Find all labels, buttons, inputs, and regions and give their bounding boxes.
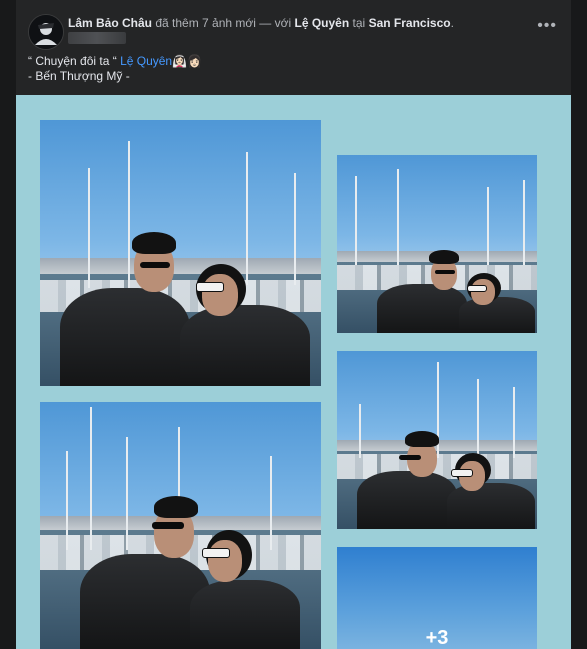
photo-gallery: +3 [16,95,571,649]
post-meta: Lâm Bảo Châu đã thêm 7 ảnh mới — với Lệ … [68,16,454,30]
gallery-photo-3[interactable] [337,351,537,529]
avatar-image [29,15,63,49]
more-photos-count: +3 [425,626,449,649]
caption-tag[interactable]: Lệ Quyên [120,54,172,68]
woman-figure [180,530,310,649]
woman-figure [441,453,537,529]
post-caption: “ Chuyện đôi ta “ Lệ Quyên👰🏻‍♀️👩🏻 - Bến … [28,54,202,84]
location-suffix: . [450,16,454,30]
location-link[interactable]: San Francisco [369,16,451,30]
tagged-user[interactable]: Lệ Quyên [295,16,350,30]
gallery-photo-4[interactable] [40,402,321,649]
woman-figure [170,260,320,386]
woman-figure [455,273,537,333]
caption-quote: “ Chuyện đôi ta “ [28,54,117,68]
caption-emojis: 👰🏻‍♀️👩🏻 [172,54,202,68]
location-prefix: tại [352,16,366,30]
more-options-button[interactable]: ••• [537,18,557,34]
caption-line-2: - Bến Thượng Mỹ - [28,69,130,83]
action-text: đã thêm 7 ảnh mới — với [155,16,292,30]
avatar[interactable] [28,14,64,50]
caption-line-1: “ Chuyện đôi ta “ Lệ Quyên👰🏻‍♀️👩🏻 [28,54,202,69]
gallery-photo-2[interactable] [337,155,537,333]
blurred-timestamp [68,32,126,44]
gallery-photo-5[interactable]: +3 [337,547,537,649]
more-photos-overlay[interactable]: +3 [337,547,537,649]
post-card: Lâm Bảo Châu đã thêm 7 ảnh mới — với Lệ … [16,0,571,649]
author-name[interactable]: Lâm Bảo Châu [68,16,152,30]
post-header: Lâm Bảo Châu đã thêm 7 ảnh mới — với Lệ … [16,10,571,50]
gallery-photo-1[interactable] [40,120,321,386]
